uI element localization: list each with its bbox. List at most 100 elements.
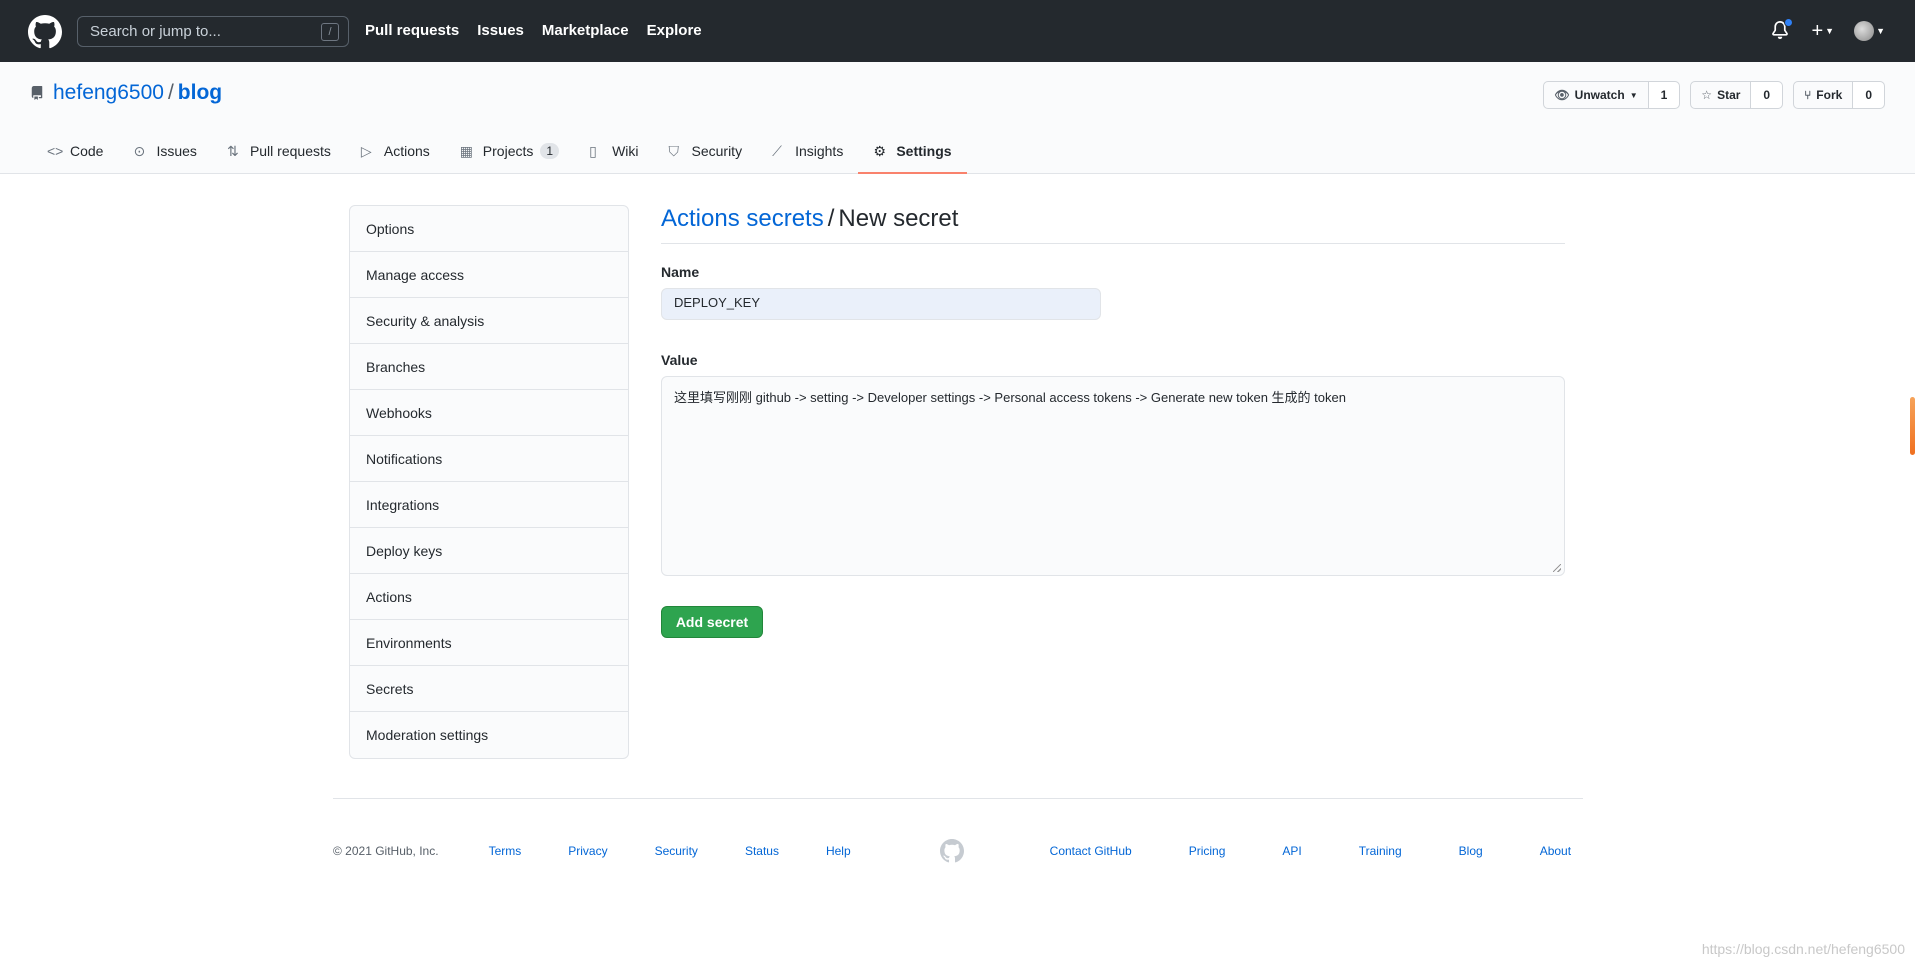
sidebar-item-deploy-keys[interactable]: Deploy keys (350, 528, 628, 574)
github-mark-icon[interactable] (939, 839, 964, 863)
footer-link-api[interactable]: API (1282, 844, 1301, 858)
sidebar-item-notifications[interactable]: Notifications (350, 436, 628, 482)
github-logo-icon[interactable] (28, 15, 62, 49)
star-label: Star (1717, 88, 1741, 102)
tab-code[interactable]: <> Code (32, 130, 118, 174)
sidebar-item-webhooks[interactable]: Webhooks (350, 390, 628, 436)
search-input[interactable]: Search or jump to... / (77, 16, 349, 47)
notifications-button[interactable] (1771, 18, 1794, 42)
forks-count[interactable]: 0 (1853, 82, 1884, 108)
footer-right-links: Contact GitHub Pricing API Training Blog… (1050, 844, 1571, 858)
search-placeholder: Search or jump to... (90, 23, 221, 40)
create-new-dropdown[interactable]: + ▼ (1811, 21, 1834, 41)
star-icon: ☆ (1701, 88, 1713, 102)
book-icon: ▯ (589, 143, 597, 159)
tab-security[interactable]: ⛉ Security (654, 130, 758, 174)
site-footer: © 2021 GitHub, Inc. Terms Privacy Securi… (333, 798, 1583, 863)
repo-tabs: <> Code ⊙ Issues ⇅ Pull requests ▷ Actio… (32, 130, 967, 174)
fork-icon: ⑂ (1804, 88, 1812, 102)
play-icon: ▷ (360, 143, 372, 159)
page-title: Actions secrets / New secret (661, 205, 1565, 244)
star-button[interactable]: ☆ Star (1691, 82, 1752, 108)
tab-label: Actions (383, 143, 430, 159)
repo-icon (31, 86, 43, 100)
secret-name-input[interactable]: DEPLOY_KEY (661, 288, 1101, 320)
tab-projects[interactable]: ▦ Projects 1 (445, 130, 574, 174)
footer-link-help[interactable]: Help (826, 844, 851, 858)
sidebar-item-actions[interactable]: Actions (350, 574, 628, 620)
footer-link-security[interactable]: Security (655, 844, 698, 858)
sidebar-item-secrets[interactable]: Secrets (350, 666, 628, 712)
footer-link-terms[interactable]: Terms (489, 844, 522, 858)
tab-label: Projects (482, 143, 534, 159)
settings-sidebar: Options Manage access Security & analysi… (349, 205, 629, 759)
global-header: Search or jump to... / Pull requests Iss… (0, 0, 1915, 62)
sidebar-item-manage-access[interactable]: Manage access (350, 252, 628, 298)
repo-name-link[interactable]: blog (178, 81, 222, 104)
sidebar-item-security-analysis[interactable]: Security & analysis (350, 298, 628, 344)
repo-owner-link[interactable]: hefeng6500 (53, 81, 164, 104)
nav-explore[interactable]: Explore (647, 22, 702, 39)
gear-icon: ⚙ (873, 143, 886, 159)
tab-pull-requests[interactable]: ⇅ Pull requests (212, 130, 346, 174)
tab-issues[interactable]: ⊙ Issues (118, 130, 211, 174)
name-label: Name (661, 264, 700, 280)
project-icon: ▦ (459, 143, 474, 159)
header-actions: + ▼ ▼ (1771, 18, 1885, 42)
watermark: https://blog.csdn.net/hefeng6500 (1701, 941, 1905, 957)
search-shortcut-badge: / (321, 23, 339, 41)
tab-label: Pull requests (249, 143, 331, 159)
footer-link-blog[interactable]: Blog (1459, 844, 1483, 858)
sidebar-item-environments[interactable]: Environments (350, 620, 628, 666)
footer-link-about[interactable]: About (1540, 844, 1571, 858)
add-secret-button[interactable]: Add secret (661, 606, 763, 638)
watchers-count[interactable]: 1 (1648, 82, 1680, 108)
repo-title-separator: / (167, 81, 174, 104)
footer-link-pricing[interactable]: Pricing (1189, 844, 1226, 858)
watch-button-group: 👁 Unwatch ▼ 1 (1543, 81, 1681, 109)
nav-issues[interactable]: Issues (477, 22, 524, 39)
unread-indicator (1784, 18, 1794, 27)
sidebar-item-moderation-settings[interactable]: Moderation settings (350, 712, 628, 758)
tab-wiki[interactable]: ▯ Wiki (574, 130, 653, 174)
tab-settings[interactable]: ⚙ Settings (858, 130, 967, 174)
tab-label: Wiki (612, 143, 639, 159)
sidebar-item-integrations[interactable]: Integrations (350, 482, 628, 528)
footer-left-links: Terms Privacy Security Status Help (489, 844, 898, 858)
tab-label: Settings (896, 143, 952, 159)
user-menu-dropdown[interactable]: ▼ (1854, 21, 1885, 41)
global-nav: Pull requests Issues Marketplace Explore (365, 22, 702, 39)
page-title-text: New secret (838, 205, 959, 232)
footer-link-privacy[interactable]: Privacy (568, 844, 607, 858)
scroll-indicator[interactable] (1910, 397, 1915, 455)
plus-icon: + (1811, 20, 1824, 42)
fork-label: Fork (1816, 88, 1843, 102)
secret-value-textarea[interactable]: 这里填写刚刚 github -> setting -> Developer se… (661, 376, 1565, 576)
caret-down-icon: ▼ (1825, 26, 1835, 36)
resize-handle-icon[interactable] (1553, 564, 1561, 572)
caret-down-icon: ▼ (1629, 90, 1638, 100)
repo-title: hefeng6500/blog (53, 81, 222, 105)
copyright: © 2021 GitHub, Inc. (333, 844, 439, 858)
shield-icon: ⛉ (668, 143, 680, 159)
secret-value-text: 这里填写刚刚 github -> setting -> Developer se… (674, 390, 1346, 405)
tab-actions[interactable]: ▷ Actions (346, 130, 445, 174)
breadcrumb-actions-secrets[interactable]: Actions secrets (661, 205, 824, 232)
tab-label: Issues (156, 143, 197, 159)
stars-count[interactable]: 0 (1751, 82, 1783, 108)
graph-icon: ⟋ (772, 143, 782, 159)
sidebar-item-branches[interactable]: Branches (350, 344, 628, 390)
tab-label: Insights (795, 143, 844, 159)
tab-insights[interactable]: ⟋ Insights (757, 130, 858, 174)
nav-pull-requests[interactable]: Pull requests (365, 22, 459, 39)
fork-button-group: ⑂ Fork 0 (1793, 81, 1885, 109)
footer-link-status[interactable]: Status (745, 844, 779, 858)
fork-button[interactable]: ⑂ Fork (1794, 82, 1854, 108)
footer-link-contact[interactable]: Contact GitHub (1050, 844, 1132, 858)
nav-marketplace[interactable]: Marketplace (542, 22, 629, 39)
tab-label: Code (70, 143, 104, 159)
sidebar-item-options[interactable]: Options (350, 206, 628, 252)
unwatch-label: Unwatch (1574, 88, 1625, 102)
unwatch-button[interactable]: 👁 Unwatch ▼ (1544, 82, 1649, 108)
footer-link-training[interactable]: Training (1359, 844, 1402, 858)
